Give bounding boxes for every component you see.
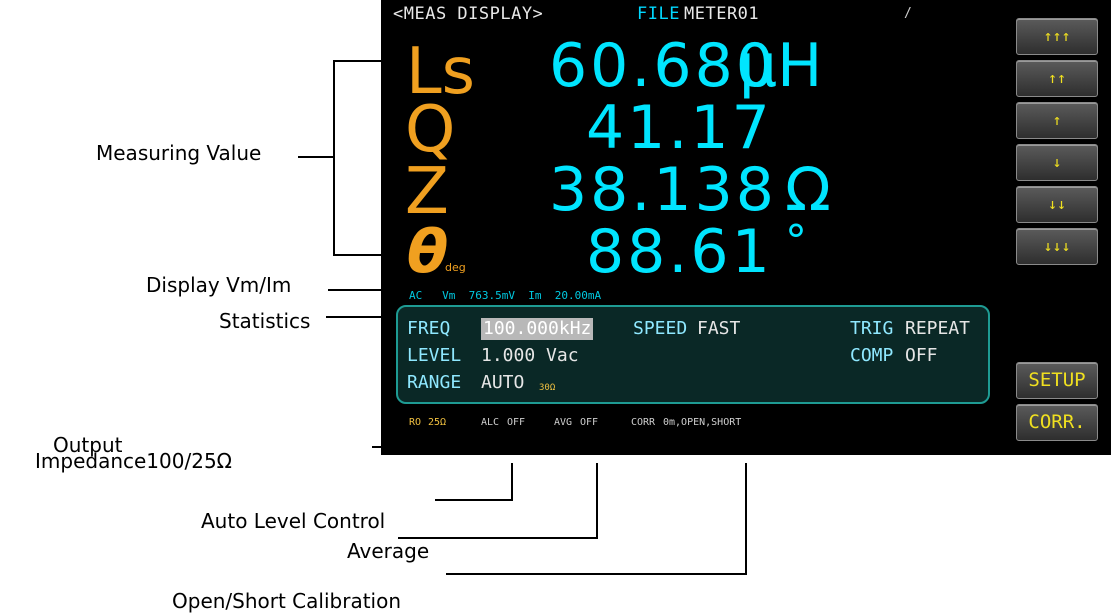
screen-title: <MEAS DISPLAY> [393, 4, 544, 24]
speed-label: SPEED [633, 318, 688, 339]
corr-button[interactable]: CORR. [1016, 404, 1098, 441]
speed-field[interactable]: FAST [697, 318, 740, 340]
label-open-short-calibration: Open/Short Calibration [172, 589, 402, 613]
page-down-2-button[interactable]: ↓↓ [1016, 186, 1098, 223]
file-label: FILE [637, 4, 680, 24]
param-theta-sub: deg [445, 261, 466, 274]
statistics-panel: FREQ 100.000kHz SPEED FAST TRIG REPEAT L… [396, 305, 990, 404]
vm-im-display: AC Vm 763.5mV Im 20.00mA [409, 289, 601, 302]
leader-line [333, 60, 381, 62]
vm-value: 763.5mV [468, 289, 515, 302]
leader-line [298, 156, 333, 158]
leader-line [333, 254, 381, 256]
trig-field[interactable]: REPEAT [905, 318, 970, 340]
instrument-screen: <MEAS DISPLAY> FILE METER01 / Ls 60.680 … [381, 0, 1111, 455]
leader-line [596, 463, 598, 539]
label-measuring-value: Measuring Value [96, 141, 262, 165]
leader-line [326, 316, 394, 318]
leader-line [446, 573, 747, 575]
page-up-3-button[interactable]: ↑↑↑ [1016, 18, 1098, 55]
avg-value: OFF [580, 417, 599, 428]
page-down-button[interactable]: ↓ [1016, 144, 1098, 181]
param-q: Q [405, 93, 456, 167]
vm-label: Vm [442, 289, 456, 302]
range-label: RANGE [407, 372, 462, 393]
comp-field[interactable]: OFF [905, 345, 938, 367]
page-up-2-button[interactable]: ↑↑ [1016, 60, 1098, 97]
status-indicator: / [904, 6, 913, 21]
unit-z: Ω [785, 155, 831, 225]
param-z: Z [405, 155, 449, 229]
label-statistics: Statistics [219, 309, 311, 333]
page-down-3-button[interactable]: ↓↓↓ [1016, 228, 1098, 265]
leader-line [372, 446, 412, 448]
leader-line [745, 463, 747, 575]
file-name: METER01 [684, 4, 760, 24]
leader-line [328, 289, 381, 291]
im-value: 20.00mA [554, 289, 602, 302]
freq-field[interactable]: 100.000kHz [481, 318, 594, 340]
vm-im-mode: AC [409, 289, 423, 302]
unit-ls: μH [739, 31, 823, 101]
value-q: 41.17 [586, 93, 773, 163]
label-average: Average [347, 539, 430, 563]
label-auto-level-control: Auto Level Control [201, 509, 386, 533]
alc-label: ALC [481, 417, 500, 428]
trig-label: TRIG [850, 318, 894, 339]
im-label: Im [528, 289, 542, 302]
avg-label: AVG [554, 417, 573, 428]
param-theta: θ [407, 217, 449, 287]
comp-label: COMP [850, 345, 894, 366]
leader-line [333, 60, 335, 256]
range-sub: 30Ω [539, 383, 556, 393]
unit-theta: ° [785, 216, 807, 267]
page-up-button[interactable]: ↑ [1016, 102, 1098, 139]
leader-line [435, 499, 513, 501]
corr-value: 0m,OPEN,SHORT [663, 417, 742, 428]
corr-label: CORR [631, 417, 656, 428]
freq-label: FREQ [407, 318, 451, 339]
leader-line [398, 537, 598, 539]
ro-value: 25Ω [428, 417, 447, 428]
value-theta: 88.61 [586, 217, 773, 287]
leader-line [511, 463, 513, 501]
level-field[interactable]: 1.000 Vac [481, 345, 579, 367]
setup-button[interactable]: SETUP [1016, 362, 1098, 399]
alc-value: OFF [507, 417, 526, 428]
label-display-vm-im: Display Vm/Im [146, 273, 292, 297]
label-output-impedance: Impedance100/25Ω [35, 449, 232, 473]
value-z: 38.138 [549, 155, 777, 225]
level-label: LEVEL [407, 345, 462, 366]
ro-label: RO [409, 417, 422, 428]
range-field[interactable]: AUTO [481, 372, 524, 394]
